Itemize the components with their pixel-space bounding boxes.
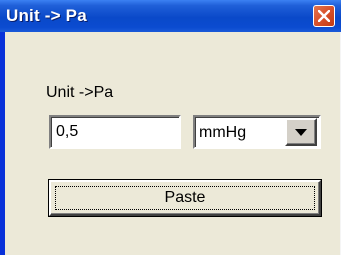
window-title: Unit -> Pa	[6, 6, 87, 25]
chevron-down-icon	[295, 129, 307, 136]
title-bar[interactable]: Unit -> Pa	[0, 0, 341, 32]
paste-button[interactable]: Paste	[49, 180, 321, 216]
close-button[interactable]	[313, 5, 335, 27]
unit-to-pa-label: Unit ->Pa	[46, 84, 114, 101]
paste-button-label: Paste	[164, 189, 206, 206]
unit-selected-value: mmHg	[199, 124, 247, 141]
unit-select[interactable]: mmHg	[193, 115, 321, 149]
close-icon	[318, 10, 330, 22]
dialog-window: Unit -> Pa Unit ->Pa mmHg Paste	[0, 0, 341, 255]
value-input[interactable]	[49, 115, 181, 149]
dropdown-button[interactable]	[285, 118, 317, 146]
